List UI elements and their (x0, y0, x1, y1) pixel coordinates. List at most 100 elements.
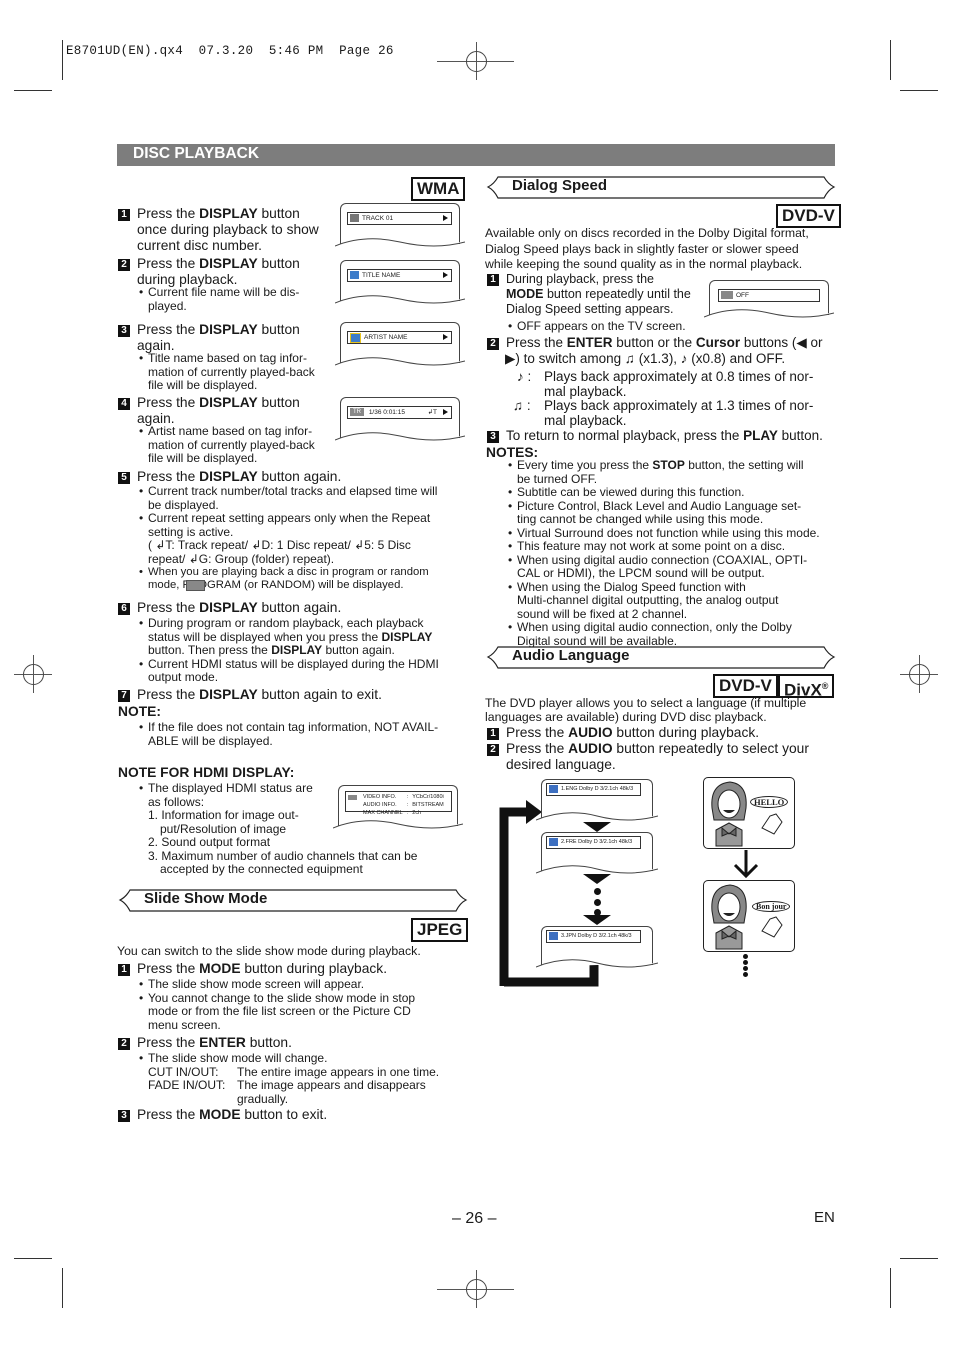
language-code: EN (814, 1209, 835, 1226)
osd-bar: 1.ENG Dolby D 3/2.1ch 48k/3 (546, 783, 641, 796)
note-title: NOTE: (118, 704, 161, 719)
slideshow-banner: Slide Show Mode (118, 889, 468, 912)
down-arrow (583, 874, 611, 884)
slideshow-step-2-bullets: • The slide show mode will change. CUT IN… (139, 1051, 440, 1106)
title-icon (350, 271, 359, 279)
step-6-bullets: • During program or random playback, each… (139, 616, 439, 684)
osd-bar: TRACK 01 (347, 212, 452, 225)
dialog-speed-icon (721, 291, 733, 299)
section-title: DISC PLAYBACK (133, 145, 260, 162)
audio-step-2: 2 Press the AUDIO button repeatedly to se… (487, 741, 837, 773)
speech-bubble: Bon jour (752, 901, 791, 912)
step-3: 3 Press the DISPLAY button again. (118, 322, 338, 354)
play-icon (443, 215, 448, 221)
step-1: 1 Press the DISPLAY button once during pl… (118, 206, 338, 254)
crop-mark (900, 1258, 938, 1259)
crop-mark (890, 1268, 891, 1308)
audio-language-title: Audio Language (512, 647, 630, 664)
osd-bar: 2.FRE Dolby D 3/2.1ch 48k/3 (546, 836, 641, 849)
tv-screen-status: TR 1/36 0:01:15 ↲T (335, 397, 465, 441)
dialog-speed-title: Dialog Speed (512, 177, 608, 194)
section-underline (117, 164, 835, 166)
girl-illustration (711, 884, 783, 950)
slideshow-step-1-bullets: • The slide show mode screen will appear.… (139, 977, 416, 1032)
crop-mark (14, 1258, 52, 1259)
osd-bar: TITLE NAME (347, 269, 452, 282)
slideshow-step-2: 2 Press the ENTER button. (118, 1035, 468, 1051)
audio-step-1: 1 Press the AUDIO button during playback. (487, 725, 837, 741)
slug-file: E8701UD(EN).qx4 (66, 44, 184, 58)
step-4-bullet: • Artist name based on tag infor-mation o… (139, 424, 315, 465)
dialog-speed-fast: ♫ : Plays back approximately at 1.3 time… (513, 398, 814, 428)
osd-bar: TR 1/36 0:01:15 ↲T (347, 406, 452, 419)
section-header-bar: DISC PLAYBACK (117, 144, 835, 165)
ellipsis-dot (743, 972, 748, 977)
dvd-v-badge: DVD-V (713, 674, 778, 698)
down-arrow (583, 915, 611, 925)
audio-icon (549, 932, 558, 940)
divx-badge: DivX® (778, 674, 835, 700)
slideshow-intro: You can switch to the slide show mode du… (117, 944, 421, 958)
track-icon: TR (350, 408, 364, 416)
hdmi-note-title: NOTE FOR HDMI DISPLAY: (118, 765, 295, 780)
print-slug: E8701UD(EN).qx4 07.3.20 5:46 PM Page 26 (66, 44, 394, 58)
step-7: 7 Press the DISPLAY button again to exit. (118, 687, 468, 703)
audio-language-banner: Audio Language (486, 646, 836, 669)
play-icon (443, 409, 448, 415)
girl-illustration (711, 781, 783, 847)
dialog-step-3: 3 To return to normal playback, press the… (487, 428, 847, 444)
crop-mark (890, 40, 891, 80)
slug-date: 07.3.20 (198, 44, 254, 58)
tv-screen-title: TITLE NAME (335, 260, 465, 304)
note-bullet: • If the file does not contain tag inform… (139, 720, 439, 748)
dvd-v-badge: DVD-V (776, 204, 841, 228)
step-6: 6 Press the DISPLAY button again. (118, 600, 468, 616)
step-2: 2 Press the DISPLAY button during playbac… (118, 256, 338, 288)
crop-mark (62, 40, 63, 80)
program-icon (186, 580, 205, 591)
crop-mark (62, 1268, 63, 1308)
audio-icon (549, 785, 558, 793)
audio-icon (549, 838, 558, 846)
hdmi-osd: VIDEO INFO.: YCbCr/1080i AUDIO INFO.: BITS… (345, 791, 452, 816)
play-icon (443, 272, 448, 278)
osd-bar: 3.JPN Dolby D 3/2.1ch 48k/3 (546, 930, 641, 943)
step-5-bullets: • Current track number/total tracks and e… (139, 484, 438, 591)
dialog-step-1-bullet: • OFF appears on the TV screen. (508, 319, 686, 333)
osd-bar: ARTIST NAME (347, 331, 452, 344)
dialog-step-1: 1 During playback, press the MODE button … (487, 272, 707, 317)
slug-time: 5:46 PM (268, 44, 324, 58)
step-4: 4 Press the DISPLAY button again. (118, 395, 338, 427)
ellipsis-dot (594, 888, 601, 895)
audio-intro: The DVD player allows you to select a la… (485, 696, 807, 724)
fast-note-icon: ♫ : (513, 398, 531, 413)
crop-mark (900, 90, 938, 91)
step-2-bullet: • Current file name will be dis-played. (139, 285, 300, 313)
down-arrow-icon (733, 850, 759, 879)
tv-screen-audio-eng: 1.ENG Dolby D 3/2.1ch 48k/3 (536, 779, 658, 821)
illustration-hello: HELLO (703, 777, 795, 849)
music-note-icon (350, 214, 359, 222)
wma-badge: WMA (411, 177, 466, 201)
dialog-step-2: 2 Press the ENTER button or the Cursor bu… (487, 335, 837, 367)
page-number: – 26 – (452, 1210, 497, 1227)
tv-screen-audio-fre: 2.FRE Dolby D 3/2.1ch 48k/3 (536, 832, 658, 874)
artist-icon (350, 333, 361, 343)
jpeg-badge: JPEG (411, 918, 469, 942)
speech-bubble: HELLO (750, 796, 789, 808)
dialog-speed-slow: ♪ : Plays back approximately at 0.8 time… (517, 369, 814, 399)
down-arrow (583, 822, 611, 832)
tv-screen-artist: ARTIST NAME (335, 322, 465, 366)
tv-screen-dialog-off: OFF (704, 280, 834, 318)
ellipsis-dot (743, 954, 748, 959)
dialog-speed-intro: Available only on discs recorded in the … (485, 226, 809, 271)
tv-screen-audio-jpn: 3.JPN Dolby D 3/2.1ch 48k/3 (536, 926, 658, 968)
slideshow-step-3: 3 Press the MODE button to exit. (118, 1107, 468, 1123)
slideshow-title: Slide Show Mode (144, 890, 268, 907)
dialog-notes-list: • Every time you press the STOP button, t… (508, 458, 820, 648)
step-3-bullet: • Title name based on tag infor-mation of… (139, 351, 315, 392)
osd-bar: OFF (718, 289, 820, 302)
slow-note-icon: ♪ : (517, 369, 532, 384)
play-icon (443, 334, 448, 340)
repeat-indicator: ↲T (427, 409, 437, 416)
